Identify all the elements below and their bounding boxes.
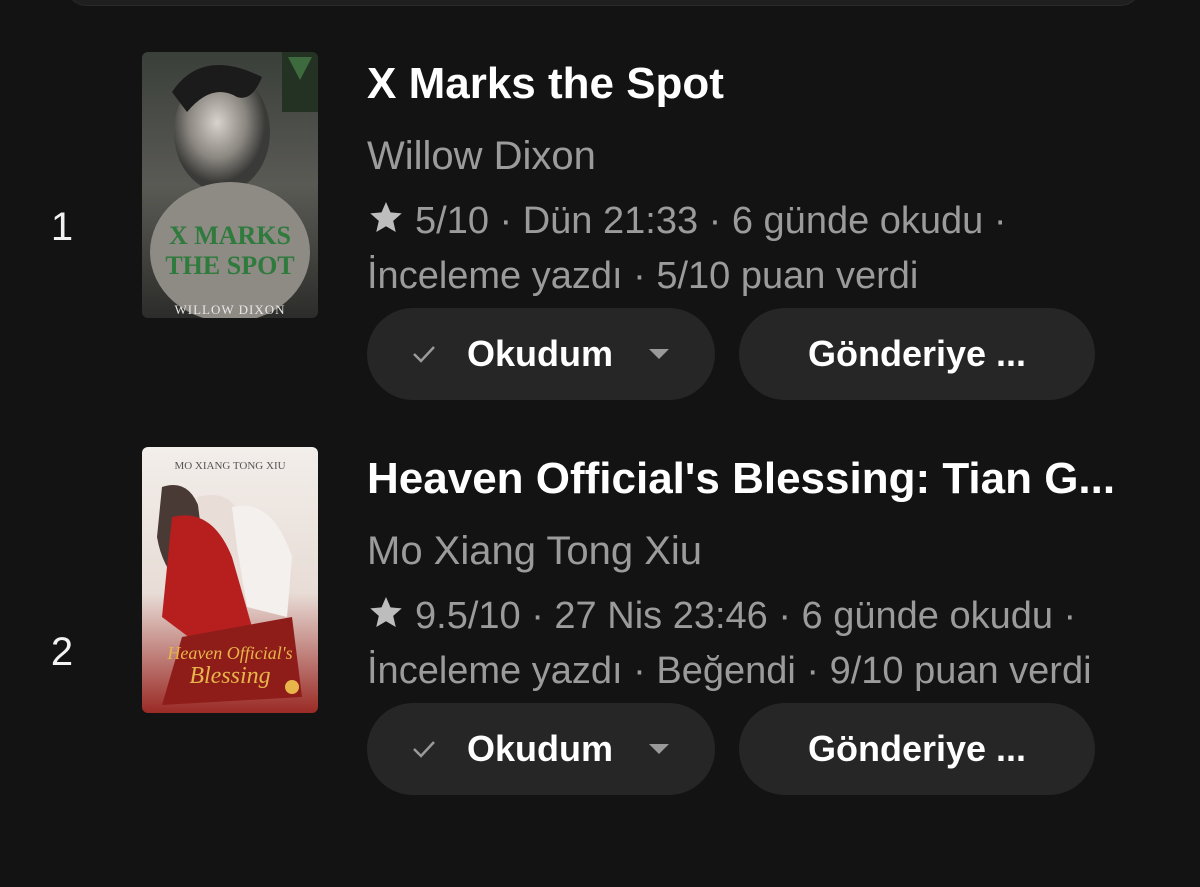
book-cover[interactable]: X MARKS THE SPOT WILLOW DIXON: [142, 52, 318, 318]
book-author[interactable]: Willow Dixon: [367, 132, 1160, 180]
reading-status-label: Okudum: [466, 728, 613, 769]
share-to-post-label: Gönderiye ...: [807, 333, 1027, 374]
star-icon: [370, 202, 402, 232]
book-cover[interactable]: MO XIANG TONG XIU Heaven Official's Bles…: [142, 447, 318, 713]
cover-author: WILLOW DIXON: [174, 302, 285, 317]
reading-status-button[interactable]: Okudum: [367, 703, 715, 795]
book-meta: 9.5/10 · 27 Nis 23:46 · 6 günde okudu · …: [367, 589, 1160, 699]
rank-number: 1: [50, 205, 74, 249]
meta-text: 5/10 · Dün 21:33 · 6 günde okudu · İncel…: [367, 200, 1007, 297]
meta-text: 9.5/10 · 27 Nis 23:46 · 6 günde okudu · …: [367, 595, 1092, 692]
cover-author: MO XIANG TONG XIU: [174, 460, 285, 472]
check-icon: [413, 346, 435, 363]
cover-title-line2: Blessing: [189, 663, 270, 689]
share-to-post-label: Gönderiye ...: [807, 728, 1027, 769]
book-meta: 5/10 · Dün 21:33 · 6 günde okudu · İncel…: [367, 194, 1160, 304]
reading-status-label: Okudum: [466, 333, 613, 374]
share-to-post-button[interactable]: Gönderiye ...: [739, 703, 1095, 795]
search-bar[interactable]: [65, 0, 1142, 6]
cover-title-line2: THE SPOT: [165, 251, 294, 280]
share-to-post-button[interactable]: Gönderiye ...: [739, 308, 1095, 400]
book-title[interactable]: Heaven Official's Blessing: Tian G...: [367, 453, 1160, 505]
reading-status-button[interactable]: Okudum: [367, 308, 715, 400]
book-author[interactable]: Mo Xiang Tong Xiu: [367, 527, 1160, 575]
book-title[interactable]: X Marks the Spot: [367, 58, 1160, 110]
caret-down-icon: [649, 744, 669, 754]
caret-down-icon: [649, 349, 669, 359]
cover-title-line1: Heaven Official's: [166, 643, 292, 663]
star-icon: [370, 597, 402, 627]
cover-title-line1: X MARKS: [169, 221, 291, 250]
rank-number: 2: [50, 630, 74, 674]
check-icon: [413, 741, 435, 758]
